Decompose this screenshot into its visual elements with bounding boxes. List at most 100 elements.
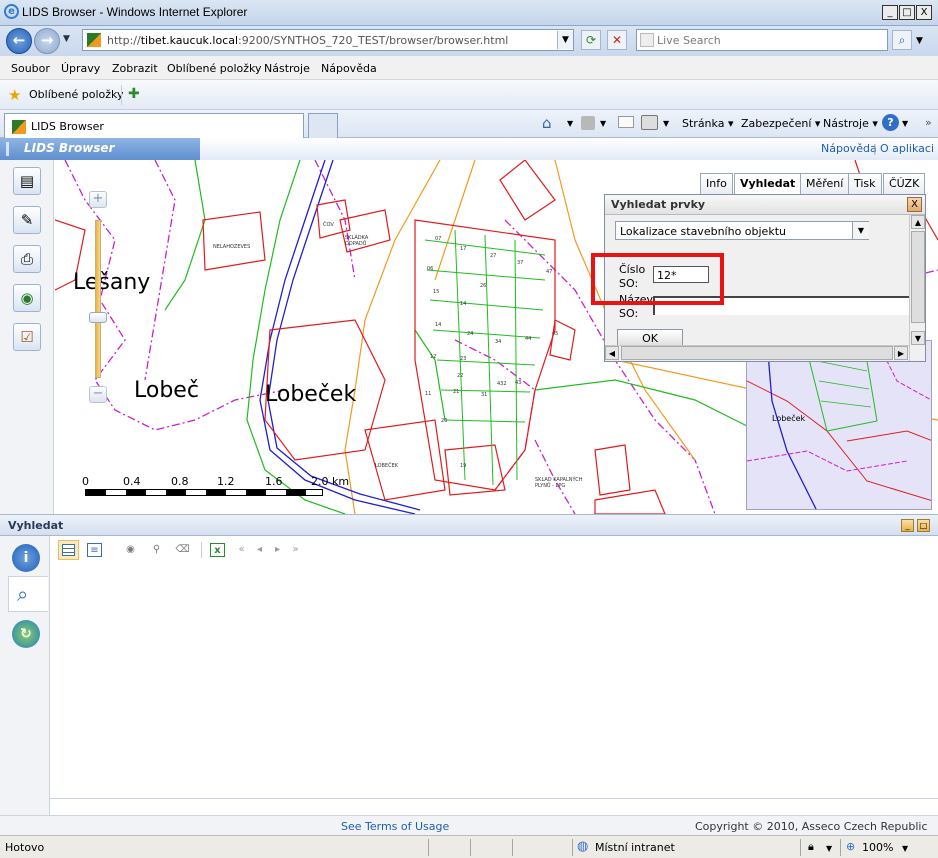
zoom-icon[interactable]: ⊕ (846, 840, 855, 853)
protected-mode-icon[interactable]: 🔒︎ (808, 840, 814, 854)
prev-page-icon[interactable]: ◂ (252, 543, 267, 557)
results-area[interactable] (50, 564, 938, 799)
scroll-down-icon[interactable]: ▼ (911, 331, 925, 345)
search-go-icon[interactable]: ⌕ (892, 30, 912, 50)
terms-link[interactable]: See Terms of Usage (341, 820, 449, 833)
add-favorite-icon[interactable]: ✚ (128, 86, 140, 102)
tab-mereni[interactable]: Měření (800, 173, 850, 195)
search-options-icon[interactable]: ▼ (916, 36, 923, 46)
svg-text:37: 37 (517, 260, 523, 266)
checklist-icon[interactable]: ☑ (13, 323, 41, 351)
form-view-icon[interactable]: ≡ (87, 543, 102, 557)
history-dropdown-icon[interactable]: ▼ (63, 34, 70, 44)
overview-map[interactable]: Lobeček (746, 340, 932, 510)
help-icon[interactable]: ? (882, 114, 899, 131)
menu-zobrazit[interactable]: Zobrazit (112, 62, 158, 75)
stop-icon[interactable]: ✕ (607, 30, 627, 50)
tools-menu[interactable]: Nástroje ▾ (823, 117, 878, 130)
security-menu[interactable]: Zabezpečení ▾ (741, 117, 820, 130)
chevron-down-icon[interactable]: ▼ (852, 222, 869, 239)
help-link[interactable]: Nápověda (821, 142, 877, 155)
feeds-icon[interactable] (581, 116, 595, 130)
about-link[interactable]: O aplikaci (880, 142, 934, 155)
hscroll-thumb[interactable] (621, 346, 893, 360)
scroll-thumb[interactable] (911, 231, 925, 323)
next-page-icon[interactable]: ▸ (270, 543, 285, 557)
print-dropdown-icon[interactable]: ▼ (663, 119, 669, 128)
print-map-icon[interactable]: ⎙ (13, 245, 41, 273)
scroll-left-icon[interactable]: ◀ (605, 346, 619, 360)
zoom-dropdown-icon[interactable]: ▼ (902, 844, 908, 853)
favorites-star-icon[interactable]: ★ (8, 86, 21, 104)
panel-minimize-button[interactable]: _ (901, 519, 914, 532)
menu-napoveda[interactable]: Nápověda (321, 62, 377, 75)
app-footer: See Terms of Usage Copyright © 2010, Ass… (0, 815, 938, 846)
tab-vyhledat[interactable]: Vyhledat (734, 173, 802, 195)
search-tool-selected[interactable]: ⌕ (8, 576, 48, 612)
dialog-horizontal-scrollbar[interactable]: ◀ ▶ (605, 345, 909, 361)
tab-lids-browser[interactable]: LIDS Browser (4, 113, 304, 138)
svg-text:21: 21 (453, 389, 459, 395)
excel-export-icon[interactable]: x (210, 543, 225, 557)
dialog-vertical-scrollbar[interactable]: ▲ ▼ (909, 215, 925, 361)
chevron-more-icon[interactable]: » (925, 116, 932, 129)
zoom-level[interactable]: 100% (862, 841, 893, 854)
info-icon[interactable]: i (12, 544, 40, 572)
help-dropdown-icon[interactable]: ▼ (902, 119, 908, 128)
search-field[interactable]: Live Search (636, 29, 888, 51)
menu-nastroje[interactable]: Nástroje (264, 62, 310, 75)
scroll-up-icon[interactable]: ▲ (911, 215, 925, 229)
layers-icon[interactable]: ▤ (13, 167, 41, 195)
first-page-icon[interactable]: « (234, 543, 249, 557)
link-icon[interactable]: ⚲ (149, 543, 164, 557)
menu-oblibene[interactable]: Oblíbené položky (167, 62, 262, 75)
minimize-button[interactable]: _ (882, 5, 898, 20)
address-dropdown-icon[interactable]: ▼ (557, 31, 573, 49)
highlight-box (591, 253, 724, 305)
svg-text:15: 15 (433, 289, 439, 295)
last-page-icon[interactable]: » (288, 543, 303, 557)
dialog-close-button[interactable]: X (907, 197, 922, 212)
home-icon[interactable]: ⌂ (542, 114, 552, 132)
table-view-icon[interactable] (58, 540, 79, 560)
menu-soubor[interactable]: Soubor (11, 62, 50, 75)
tab-cuzk[interactable]: ČÚZK (883, 173, 926, 195)
favorites-bar: ★ Oblíbené položky ✚ (0, 80, 938, 110)
map-tools-column: ▤ ✎ ⎙ ◉ ☑ (0, 160, 54, 514)
panel-restore-button[interactable]: □ (917, 519, 930, 532)
eraser-icon[interactable]: ⌫ (175, 543, 190, 557)
mail-icon[interactable] (618, 116, 634, 128)
protected-dropdown-icon[interactable]: ▼ (826, 844, 832, 853)
select-feature-icon[interactable]: ◉ (123, 543, 138, 557)
svg-text:14: 14 (460, 301, 466, 307)
tab-info[interactable]: Info (700, 173, 733, 195)
address-bar[interactable]: http://tibet.kaucuk.local:9200/SYNTHOS_7… (82, 29, 574, 51)
zoom-track[interactable] (95, 220, 101, 378)
edit-icon[interactable]: ✎ (13, 206, 41, 234)
maximize-button[interactable]: □ (899, 5, 915, 20)
tab-tisk[interactable]: Tisk (848, 173, 882, 195)
globe-refresh-icon[interactable]: ↻ (12, 620, 40, 648)
refresh-icon[interactable]: ⟳ (581, 30, 601, 50)
menu-bar: Soubor Úpravy Zobrazit Oblíbené položky … (0, 56, 938, 80)
zoom-out-button[interactable]: − (89, 386, 107, 403)
feeds-dropdown-icon[interactable]: ▼ (600, 119, 606, 128)
home-dropdown-icon[interactable]: ▼ (567, 119, 573, 128)
back-button[interactable]: ← (6, 28, 32, 54)
search-type-select[interactable]: Lokalizace stavebního objektu ▼ (615, 221, 869, 240)
scroll-right-icon[interactable]: ▶ (894, 346, 908, 360)
url-text[interactable]: http://tibet.kaucuk.local:9200/SYNTHOS_7… (107, 34, 508, 47)
print-icon[interactable] (641, 115, 658, 130)
scale-tick: 0.8 (171, 475, 189, 488)
zoom-slider-handle[interactable] (89, 312, 107, 323)
menu-upravy[interactable]: Úpravy (61, 62, 100, 75)
forward-button[interactable]: → (34, 28, 60, 54)
favorites-label[interactable]: Oblíbené položky (29, 88, 124, 101)
zoom-in-button[interactable]: + (89, 191, 107, 208)
page-menu[interactable]: Stránka ▾ (682, 117, 733, 130)
close-window-button[interactable]: X (916, 5, 932, 20)
new-tab-button[interactable] (308, 113, 338, 138)
results-panel-header: Vyhledat _ □ (0, 514, 938, 536)
globe-search-icon[interactable]: ◉ (13, 284, 41, 312)
svg-text:43: 43 (515, 380, 521, 386)
